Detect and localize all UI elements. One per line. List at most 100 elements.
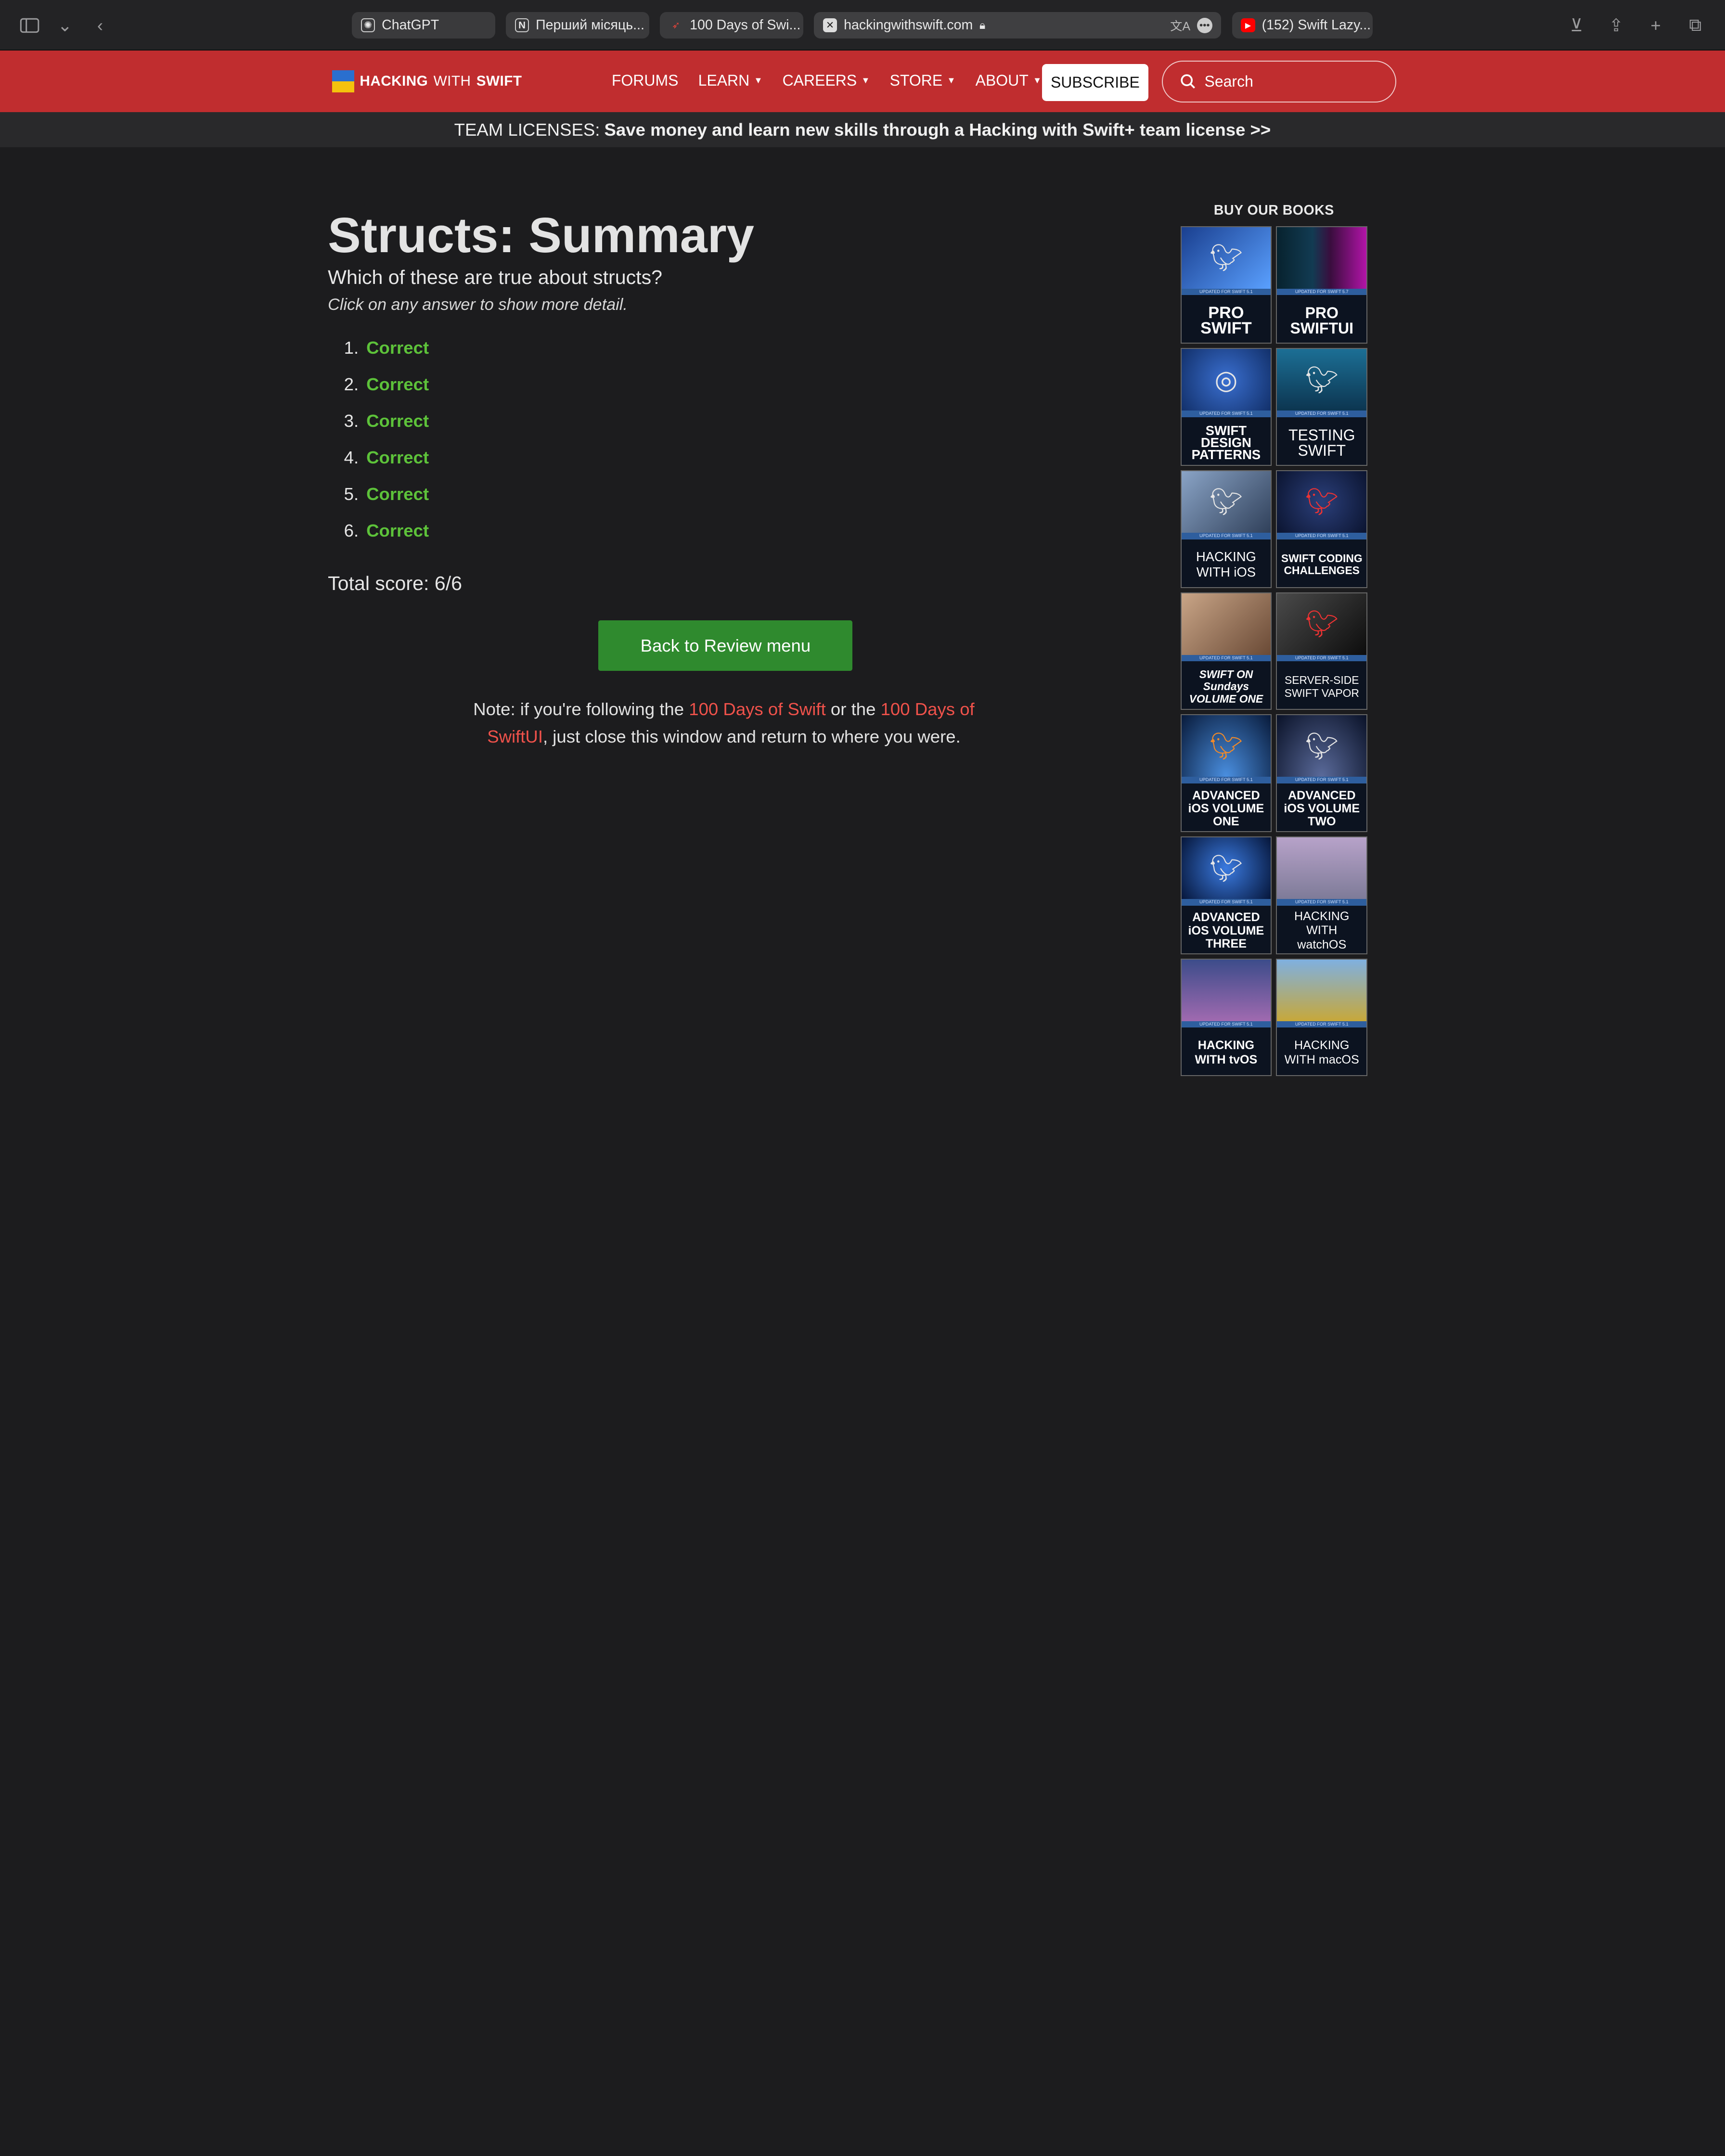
book-hacking-with-ios[interactable]: 🐦︎ UPDATED FOR SWIFT 5.1 HACKING WITH iOS <box>1180 470 1272 588</box>
caret-down-icon: ▼ <box>1032 75 1042 86</box>
tab-youtube[interactable]: ▶ (152) Swift Lazy... <box>1232 12 1373 38</box>
book-strip: UPDATED FOR SWIFT 5.1 <box>1277 777 1367 784</box>
team-licenses-banner[interactable]: TEAM LICENSES: Save money and learn new … <box>0 112 1725 148</box>
answer-item[interactable]: 1. Correct <box>328 330 1010 366</box>
close-icon[interactable]: ✕ <box>823 18 837 33</box>
swift-bird-icon: ➶ <box>671 20 681 31</box>
nav-label: LEARN <box>698 71 750 89</box>
subscribe-button[interactable]: SUBSCRIBE <box>1042 64 1149 102</box>
main-nav: FORUMS LEARN ▼ CAREERS ▼ STORE ▼ ABOUT ▼ <box>612 72 1042 90</box>
tab-hackingwithswift[interactable]: ✕ hackingwithswift.com 🔒︎ 文A ••• <box>814 12 1222 38</box>
book-advanced-ios-2[interactable]: 🐦︎ UPDATED FOR SWIFT 5.1 ADVANCED iOS VOLU… <box>1276 714 1368 832</box>
book-swift-coding-challenges[interactable]: 🐦︎ UPDATED FOR SWIFT 5.1 SWIFT CODING CHAL… <box>1276 470 1368 588</box>
book-advanced-ios-3[interactable]: 🐦︎ UPDATED FOR SWIFT 5.1 ADVANCED iOS VOLU… <box>1180 836 1272 954</box>
nav-store[interactable]: STORE ▼ <box>890 72 956 90</box>
answer-item[interactable]: 4. Correct <box>328 439 1010 476</box>
mountain-art <box>1277 837 1367 899</box>
main-content: Structs: Summary Which of these are true… <box>328 207 1010 746</box>
search-placeholder: Search <box>1204 72 1253 90</box>
answer-label[interactable]: Correct <box>366 338 429 358</box>
nav-label: FORUMS <box>611 71 679 89</box>
answer-label[interactable]: Correct <box>366 484 429 504</box>
answer-label[interactable]: Correct <box>366 374 429 395</box>
book-title: HACKING WITH iOS <box>1196 549 1256 580</box>
book-title: SWIFT CODING CHALLENGES <box>1281 552 1363 577</box>
tab-100-days[interactable]: ➶ 100 Days of Swi... <box>660 12 803 38</box>
book-hacking-with-macos[interactable]: UPDATED FOR SWIFT 5.1 HACKING WITH macOS <box>1276 958 1368 1077</box>
answer-number: 4. <box>344 448 359 468</box>
note-part: , just close this window and return to w… <box>542 726 961 746</box>
book-pro-swift[interactable]: 🐦︎ UPDATED FOR SWIFT 5.1 PRO SWIFT <box>1180 226 1272 344</box>
sidebar-toggle-icon[interactable] <box>18 13 42 37</box>
back-icon[interactable]: ‹ <box>88 13 112 37</box>
answer-label[interactable]: Correct <box>366 521 429 541</box>
book-swift-on-sundays[interactable]: UPDATED FOR SWIFT 5.1 SWIFT ON Sundays VO… <box>1180 592 1272 710</box>
book-title: HACKING WITH watchOS <box>1294 909 1350 952</box>
book-title: ADVANCED iOS VOLUME ONE <box>1188 788 1264 829</box>
new-tab-icon[interactable]: + <box>1644 13 1668 37</box>
answer-item[interactable]: 3. Correct <box>328 403 1010 439</box>
book-title: SERVER-SIDE SWIFT VAPOR <box>1284 673 1359 699</box>
book-strip: UPDATED FOR SWIFT 5.1 <box>1277 411 1367 417</box>
swift-bird-icon: 🐦︎ <box>1277 349 1367 411</box>
swift-bird-icon: 🐦︎ <box>1277 471 1367 533</box>
tab-title: 100 Days of Swi... <box>690 17 801 33</box>
nav-about[interactable]: ABOUT ▼ <box>976 72 1042 90</box>
lock-icon: 🔒︎ <box>979 19 986 32</box>
back-to-review-button[interactable]: Back to Review menu <box>598 620 853 671</box>
nav-careers[interactable]: CAREERS ▼ <box>783 72 870 90</box>
book-strip: UPDATED FOR SWIFT 5.1 <box>1277 899 1367 906</box>
book-strip: UPDATED FOR SWIFT 5.1 <box>1181 288 1271 295</box>
tab-bar: ✺ ChatGPT N Перший місяць... ➶ 100 Days … <box>352 12 1373 38</box>
answer-number: 3. <box>344 411 359 431</box>
caret-down-icon: ▼ <box>861 75 870 86</box>
tab-title: ChatGPT <box>382 17 439 33</box>
book-hacking-with-watchos[interactable]: UPDATED FOR SWIFT 5.1 HACKING WITH watchO… <box>1276 836 1368 954</box>
tab-chatgpt[interactable]: ✺ ChatGPT <box>352 12 495 38</box>
book-hacking-with-tvos[interactable]: UPDATED FOR SWIFT 5.1 HACKING WITH tvOS <box>1180 958 1272 1077</box>
book-title: SWIFT ON Sundays VOLUME ONE <box>1189 668 1263 705</box>
book-title: SWIFT DESIGN PATTERNS <box>1191 423 1261 462</box>
answer-item[interactable]: 2. Correct <box>328 366 1010 403</box>
more-options-icon[interactable]: ••• <box>1197 17 1212 33</box>
link-100-days-of-swift[interactable]: 100 Days of Swift <box>689 699 826 719</box>
book-pro-swiftui[interactable]: UPDATED FOR SWIFT 5.7 PRO SWIFTUI <box>1276 226 1368 344</box>
swift-bird-icon: 🐦︎ <box>1181 837 1271 899</box>
book-strip: UPDATED FOR SWIFT 5.7 <box>1277 288 1367 295</box>
nav-label: ABOUT <box>975 71 1029 89</box>
share-icon[interactable]: ⇪ <box>1604 13 1628 37</box>
download-icon[interactable]: ⊻ <box>1564 13 1588 37</box>
hint-text: Click on any answer to show more detail. <box>328 295 628 314</box>
note-part: Note: if you're following the <box>473 699 689 719</box>
swift-bird-icon: 🐦︎ <box>1277 715 1367 777</box>
address-bar-url[interactable]: hackingwithswift.com <box>844 17 973 33</box>
chevron-down-icon[interactable]: ⌄ <box>53 13 77 37</box>
nav-label: CAREERS <box>782 71 857 89</box>
site-logo[interactable]: HACKING WITH SWIFT <box>332 70 522 92</box>
nav-learn[interactable]: LEARN ▼ <box>698 72 763 90</box>
book-strip: UPDATED FOR SWIFT 5.1 <box>1181 654 1271 662</box>
laptop-art <box>1181 593 1271 655</box>
answer-label[interactable]: Correct <box>366 411 429 431</box>
book-swift-design-patterns[interactable]: ◎ UPDATED FOR SWIFT 5.1 SWIFT DESIGN PATTE… <box>1180 348 1272 466</box>
swift-bird-icon: ◎ <box>1181 349 1271 411</box>
answer-label[interactable]: Correct <box>366 448 429 468</box>
book-strip: UPDATED FOR SWIFT 5.1 <box>1181 532 1271 539</box>
book-strip: UPDATED FOR SWIFT 5.1 <box>1181 777 1271 784</box>
translate-icon[interactable]: 文A <box>1170 17 1190 34</box>
book-server-side-swift-vapor[interactable]: 🐦︎ UPDATED FOR SWIFT 5.1 SERVER-SIDE SWIFT… <box>1276 592 1368 710</box>
answer-item[interactable]: 6. Correct <box>328 513 1010 549</box>
book-advanced-ios-1[interactable]: 🐦︎ UPDATED FOR SWIFT 5.1 ADVANCED iOS VOLU… <box>1180 714 1272 832</box>
chatgpt-icon: ✺ <box>360 18 375 33</box>
nav-forums[interactable]: FORUMS <box>612 72 679 90</box>
tab-notion[interactable]: N Перший місяць... <box>506 12 649 38</box>
youtube-icon: ▶ <box>1241 18 1255 33</box>
answer-item[interactable]: 5. Correct <box>328 476 1010 513</box>
books-sidebar: BUY OUR BOOKS 🐦︎ UPDATED FOR SWIFT 5.1 PRO… <box>1180 203 1368 1077</box>
logo-text-hacking: HACKING <box>360 73 428 90</box>
book-testing-swift[interactable]: 🐦︎ UPDATED FOR SWIFT 5.1 TESTING SWIFT <box>1276 348 1368 466</box>
notion-icon: N <box>515 18 529 33</box>
tab-overview-icon[interactable]: ⧉ <box>1683 13 1707 37</box>
banner-text: Save money and learn new skills through … <box>604 119 1271 140</box>
search-input[interactable]: Search <box>1161 60 1396 103</box>
